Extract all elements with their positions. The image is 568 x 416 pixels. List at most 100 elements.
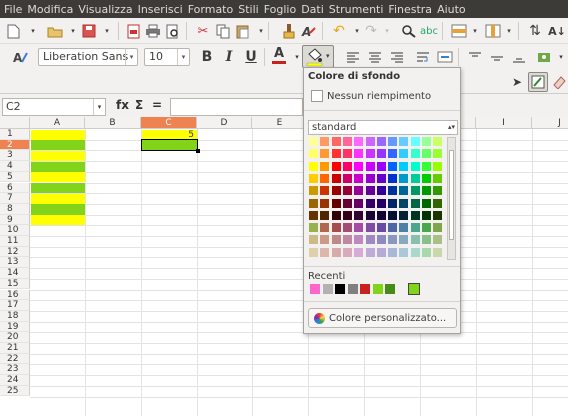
color-swatch[interactable] — [320, 210, 330, 220]
color-swatch[interactable] — [309, 149, 318, 159]
copy-icon[interactable] — [214, 22, 232, 40]
recent-color-swatch[interactable] — [385, 284, 395, 294]
color-swatch[interactable] — [433, 137, 443, 146]
currency-dropdown-icon[interactable]: ▾ — [552, 48, 568, 66]
menu-file[interactable]: File — [4, 3, 22, 16]
color-swatch[interactable] — [410, 198, 420, 208]
row-header-8[interactable]: 8 — [0, 203, 30, 215]
color-swatch[interactable] — [342, 198, 352, 208]
cell-a7[interactable] — [31, 193, 85, 204]
color-swatch[interactable] — [365, 173, 375, 183]
open-folder-icon[interactable] — [46, 22, 64, 40]
print-icon[interactable] — [144, 22, 162, 40]
underline-button[interactable]: U — [242, 48, 260, 66]
color-swatch[interactable] — [309, 198, 318, 208]
row-header-20[interactable]: 20 — [0, 332, 30, 343]
wrap-text-icon[interactable] — [414, 48, 432, 66]
align-left-icon[interactable] — [344, 48, 362, 66]
row-header-21[interactable]: 21 — [0, 343, 30, 354]
color-swatch[interactable] — [331, 198, 341, 208]
column-header-d[interactable]: D — [197, 117, 252, 129]
merge-center-icon[interactable] — [436, 48, 454, 66]
font-size-box[interactable]: 10 ▾ — [144, 48, 190, 66]
row-header-17[interactable]: 17 — [0, 300, 30, 311]
color-swatch[interactable] — [399, 149, 409, 159]
color-swatch[interactable] — [354, 186, 364, 196]
color-swatch[interactable] — [422, 161, 431, 171]
color-swatch[interactable] — [309, 235, 318, 245]
color-swatch[interactable] — [365, 137, 375, 146]
row-header-22[interactable]: 22 — [0, 353, 30, 365]
color-swatch[interactable] — [376, 210, 386, 220]
color-swatch[interactable] — [422, 149, 431, 159]
new-document-icon[interactable] — [4, 22, 22, 40]
color-swatch[interactable] — [365, 235, 375, 245]
align-bottom-icon[interactable] — [510, 48, 528, 66]
edit-icon[interactable] — [528, 72, 548, 92]
undo-icon[interactable]: ↶ — [330, 22, 348, 40]
color-swatch[interactable] — [331, 173, 341, 183]
row-header-4[interactable]: 4 — [0, 161, 30, 172]
recent-color-selected[interactable] — [408, 283, 420, 295]
color-swatch[interactable] — [320, 149, 330, 159]
menu-inserisci[interactable]: Inserisci — [138, 3, 183, 16]
color-swatch[interactable] — [331, 223, 341, 233]
cut-icon[interactable]: ✂ — [194, 22, 212, 40]
color-swatch[interactable] — [365, 161, 375, 171]
color-swatch[interactable] — [331, 186, 341, 196]
color-swatch[interactable] — [331, 235, 341, 245]
font-name-box[interactable]: Liberation Sans ▾ — [38, 48, 138, 66]
color-swatch[interactable] — [309, 210, 318, 220]
new-dropdown-icon[interactable]: ▾ — [24, 22, 42, 40]
recent-color-swatch[interactable] — [310, 284, 320, 294]
color-swatch[interactable] — [433, 149, 443, 159]
color-swatch[interactable] — [365, 198, 375, 208]
color-swatch[interactable] — [433, 247, 443, 257]
custom-color-button[interactable]: Colore personalizzato... — [308, 308, 457, 328]
menu-foglio[interactable]: Foglio — [264, 3, 297, 16]
color-swatch[interactable] — [410, 186, 420, 196]
cell-a8[interactable] — [31, 204, 85, 215]
row-header-5[interactable]: 5 — [0, 171, 30, 183]
color-swatch[interactable] — [422, 247, 431, 257]
autofill-handle[interactable] — [196, 149, 200, 154]
color-swatch[interactable] — [399, 210, 409, 220]
color-swatch[interactable] — [376, 149, 386, 159]
menu-formato[interactable]: Formato — [188, 3, 234, 16]
color-swatch[interactable] — [388, 186, 398, 196]
color-swatch[interactable] — [320, 186, 330, 196]
color-swatch[interactable] — [388, 235, 398, 245]
color-swatch[interactable] — [410, 210, 420, 220]
color-swatch[interactable] — [331, 210, 341, 220]
color-swatch[interactable] — [365, 210, 375, 220]
color-swatch[interactable] — [320, 137, 330, 146]
row-header-6[interactable]: 6 — [0, 182, 30, 194]
column-header-j[interactable]: J — [532, 117, 568, 129]
color-swatch[interactable] — [399, 223, 409, 233]
palette-select-arrows-icon[interactable]: ▴▾ — [448, 121, 455, 134]
color-swatch[interactable] — [399, 235, 409, 245]
color-swatch[interactable] — [342, 247, 352, 257]
color-swatch[interactable] — [422, 137, 431, 146]
color-swatch[interactable] — [342, 161, 352, 171]
row-header-25[interactable]: 25 — [0, 385, 30, 397]
row-header-11[interactable]: 11 — [0, 236, 30, 247]
color-swatch[interactable] — [354, 247, 364, 257]
color-swatch[interactable] — [309, 186, 318, 196]
column-header-i[interactable]: I — [476, 117, 532, 129]
color-swatch[interactable] — [410, 149, 420, 159]
color-swatch[interactable] — [388, 198, 398, 208]
color-swatch[interactable] — [422, 186, 431, 196]
row-header-13[interactable]: 13 — [0, 257, 30, 269]
no-fill-option[interactable]: Nessun riempimento — [311, 88, 457, 104]
color-swatch[interactable] — [376, 137, 386, 146]
cell-c2-active[interactable] — [141, 139, 198, 152]
color-swatch[interactable] — [422, 223, 431, 233]
color-swatch[interactable] — [388, 161, 398, 171]
save-icon[interactable] — [80, 22, 98, 40]
cell-a5[interactable] — [31, 172, 85, 183]
color-swatch[interactable] — [433, 198, 443, 208]
row-header-16[interactable]: 16 — [0, 289, 30, 301]
sum-icon[interactable]: Σ — [135, 98, 143, 112]
cell-a3[interactable] — [31, 150, 85, 162]
